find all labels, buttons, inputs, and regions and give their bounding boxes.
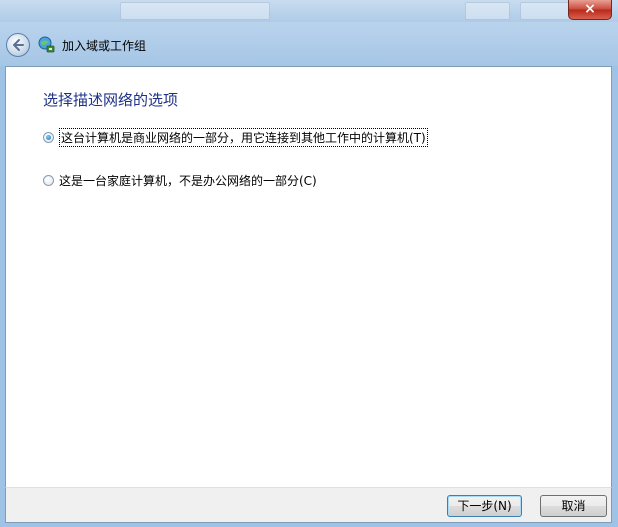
back-button[interactable] xyxy=(6,33,30,57)
option-business-network-label[interactable]: 这台计算机是商业网络的一部分，用它连接到其他工作中的计算机(T) xyxy=(59,127,428,147)
navigation-bar: 加入域或工作组 xyxy=(0,22,618,66)
close-button[interactable]: × xyxy=(568,0,612,20)
blurred-address-bar xyxy=(120,2,270,20)
radio-business-network[interactable] xyxy=(43,131,54,143)
wizard-window: × 加入域或工作组 选择描述网络的选项 这台计算机是商业网络的一部分，用它连接到… xyxy=(0,0,618,527)
content-pane: 选择描述网络的选项 这台计算机是商业网络的一部分，用它连接到其他工作中的计算机(… xyxy=(5,66,612,487)
next-button[interactable]: 下一步(N) xyxy=(447,495,522,517)
page-heading: 选择描述网络的选项 xyxy=(43,91,179,109)
option-home-computer-label[interactable]: 这是一台家庭计算机，不是办公网络的一部分(C) xyxy=(59,172,317,189)
button-bar: 下一步(N) 取消 xyxy=(5,487,612,523)
network-join-icon xyxy=(38,36,55,53)
title-bar: × xyxy=(0,0,618,22)
option-business-network[interactable]: 这台计算机是商业网络的一部分，用它连接到其他工作中的计算机(T) xyxy=(43,127,428,147)
blurred-search-box xyxy=(520,2,570,20)
wizard-title: 加入域或工作组 xyxy=(62,39,147,53)
cancel-button[interactable]: 取消 xyxy=(540,495,607,517)
option-home-computer[interactable]: 这是一台家庭计算机，不是办公网络的一部分(C) xyxy=(43,171,317,189)
close-icon: × xyxy=(584,1,596,17)
radio-home-computer[interactable] xyxy=(43,174,54,186)
back-arrow-icon xyxy=(13,39,24,51)
blurred-refresh-area xyxy=(465,2,510,20)
